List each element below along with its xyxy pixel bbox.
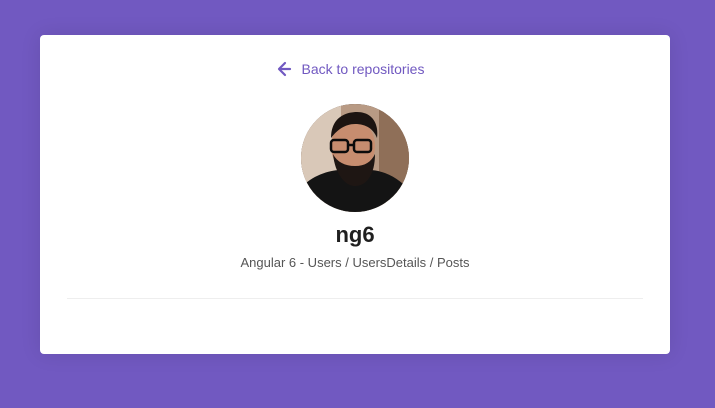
owner-avatar — [301, 104, 409, 212]
arrow-left-icon — [276, 61, 292, 77]
repository-name: ng6 — [335, 222, 375, 247]
back-link-label: Back to repositories — [301, 61, 425, 77]
repository-card: Back to repositories ng6 Angular 6 - Use… — [40, 35, 670, 354]
back-to-repositories-link[interactable]: Back to repositories — [40, 61, 670, 77]
repository-description: Angular 6 - Users / UsersDetails / Posts — [240, 255, 470, 270]
divider — [67, 298, 643, 299]
